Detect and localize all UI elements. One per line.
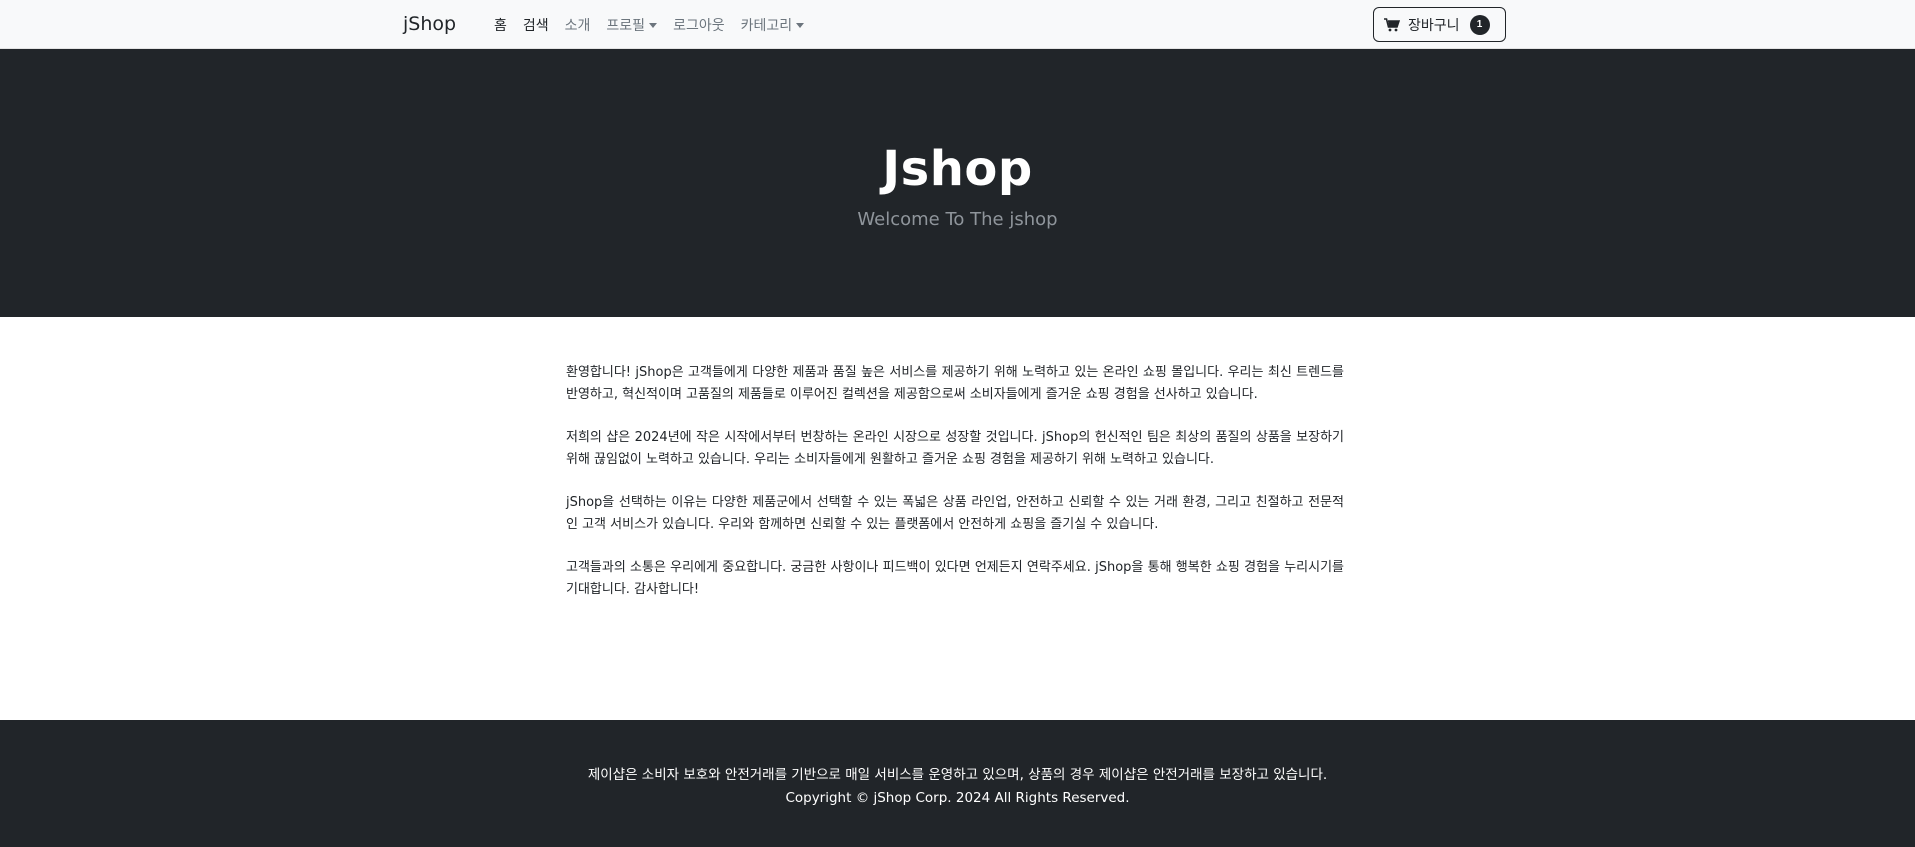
nav-link-category-dropdown[interactable]: 카테고리 <box>741 15 805 35</box>
intro-paragraph: 저희의 샵은 2024년에 작은 시작에서부터 번창하는 온라인 시장으로 성장… <box>566 430 1344 467</box>
footer-copyright: Copyright © jShop Corp. 2024 All Rights … <box>785 790 1130 806</box>
main-content: 환영합니다! jShop은 고객들에게 다양한 제품과 품질 높은 서비스를 제… <box>0 317 1915 720</box>
cart-label: 장바구니 <box>1408 16 1460 33</box>
nav-link-home[interactable]: 홈 <box>494 15 507 35</box>
nav-link-profile-dropdown[interactable]: 프로필 <box>606 15 658 35</box>
chevron-down-icon <box>649 22 658 28</box>
intro-paragraph: 고객들과의 소통은 우리에게 중요합니다. 궁금한 사항이나 피드백이 있다면 … <box>566 560 1344 597</box>
brand-logo[interactable]: jShop <box>403 13 456 35</box>
nav-links: 홈 검색 소개 프로필 로그아웃 카테고리 <box>494 15 805 35</box>
intro-paragraph: 환영합니다! jShop은 고객들에게 다양한 제품과 품질 높은 서비스를 제… <box>566 365 1344 402</box>
chevron-down-icon <box>796 22 805 28</box>
cart-count-badge: 1 <box>1469 14 1490 35</box>
nav-link-search[interactable]: 검색 <box>523 15 549 35</box>
nav-link-profile-label: 프로필 <box>606 18 646 34</box>
navbar: jShop 홈 검색 소개 프로필 로그아웃 카테고리 장바구니 1 <box>0 0 1915 49</box>
nav-link-category-label: 카테고리 <box>740 18 793 34</box>
nav-link-about[interactable]: 소개 <box>565 15 591 35</box>
cart-icon <box>1384 17 1400 31</box>
hero-title: Jshop <box>882 141 1033 197</box>
footer-notice: 제이샵은 소비자 보호와 안전거래를 기반으로 매일 서비스를 운영하고 있으며… <box>587 767 1328 783</box>
hero-subtitle: Welcome To The jshop <box>857 209 1058 230</box>
intro-paragraph: jShop을 선택하는 이유는 다양한 제품군에서 선택할 수 있는 폭넓은 상… <box>566 495 1344 532</box>
cart-button[interactable]: 장바구니 1 <box>1373 7 1506 42</box>
nav-link-logout[interactable]: 로그아웃 <box>673 15 725 35</box>
intro-text: 환영합니다! jShop은 고객들에게 다양한 제품과 품질 높은 서비스를 제… <box>566 362 1344 601</box>
hero-banner: Jshop Welcome To The jshop <box>0 49 1915 317</box>
footer: 제이샵은 소비자 보호와 안전거래를 기반으로 매일 서비스를 운영하고 있으며… <box>0 720 1915 847</box>
